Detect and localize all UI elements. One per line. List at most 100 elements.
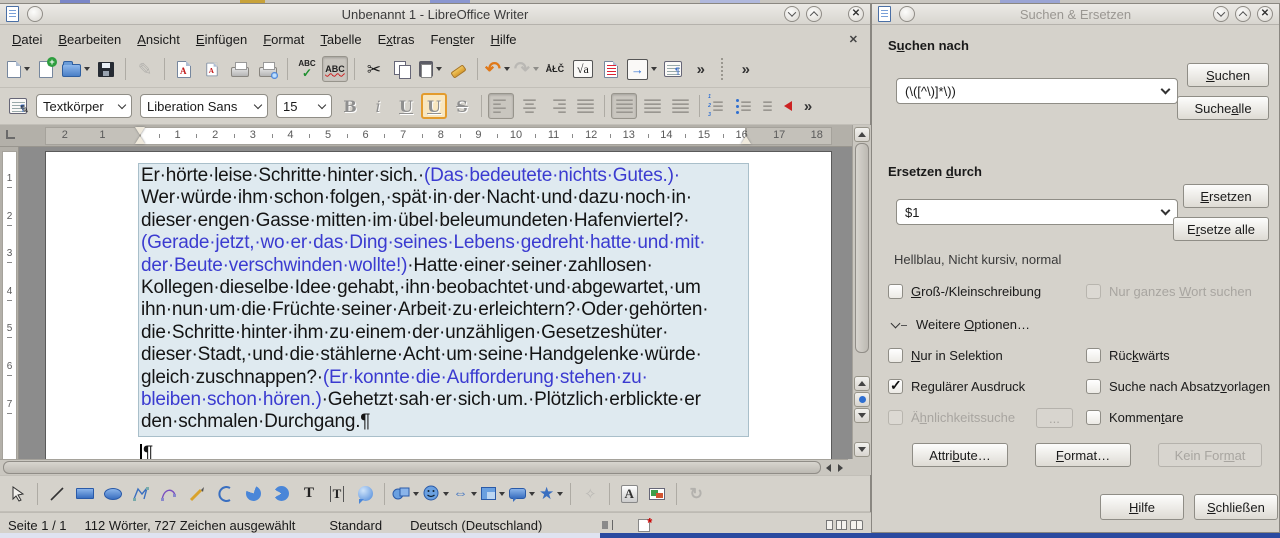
dropdown-arrow-icon[interactable] <box>532 67 539 71</box>
dropdown-arrow-icon[interactable] <box>23 67 30 71</box>
document-text-line[interactable]: Kollegen·dieselbe·Idee·gehabt,·ihn·beoba… <box>141 277 748 299</box>
align-center-icon[interactable] <box>516 93 542 119</box>
replace-button[interactable]: Ersetzen <box>1183 184 1269 208</box>
justify-icon[interactable] <box>572 93 598 119</box>
find-button[interactable]: Suchen <box>1187 63 1269 87</box>
checkbox[interactable] <box>1086 379 1101 394</box>
menu-bearbeiten[interactable]: Bearbeiten <box>50 30 129 49</box>
horizontal-scroll-thumb[interactable] <box>3 461 821 474</box>
save-icon[interactable] <box>93 56 119 82</box>
new-from-template-icon[interactable]: + <box>33 56 59 82</box>
book-view-icon[interactable] <box>850 520 863 530</box>
dropdown-arrow-icon[interactable] <box>529 491 535 496</box>
bold-icon[interactable]: B <box>337 93 363 119</box>
vertical-scroll-thumb[interactable] <box>855 143 869 353</box>
word-count[interactable]: 112 Wörter, 727 Zeichen ausgewählt <box>85 518 296 533</box>
decrease-indent-icon[interactable] <box>762 93 793 119</box>
font-size-select[interactable]: 15 <box>276 94 332 118</box>
text-box-icon[interactable]: T <box>296 481 322 507</box>
attributes-button[interactable]: Attri b ute… <box>912 443 1008 467</box>
paste-icon[interactable] <box>417 56 443 82</box>
selection-mode-icon[interactable] <box>602 519 614 531</box>
checkbox-checked[interactable] <box>888 377 903 394</box>
select-icon[interactable] <box>5 481 31 507</box>
scroll-right-button[interactable] <box>834 461 846 474</box>
close-button[interactable]: ✕ <box>848 6 864 22</box>
menu-tabelle[interactable]: Tabelle <box>312 30 369 49</box>
menu-hilfe[interactable]: Hilfe <box>483 30 525 49</box>
document-text-line[interactable]: dieser·engen·Gasse·mitten·im·übel·beleum… <box>141 210 748 232</box>
basic-shapes-icon[interactable] <box>391 481 420 507</box>
search-value[interactable]: (\([^\)]*\)) <box>905 84 1162 99</box>
document-text-line[interactable]: den·schmalen·Durchgang.¶ <box>141 411 748 433</box>
dropdown-arrow-icon[interactable] <box>435 67 442 71</box>
dropdown-arrow-icon[interactable] <box>443 491 449 496</box>
ellipse-icon[interactable] <box>100 481 126 507</box>
scroll-up-button[interactable] <box>854 127 870 142</box>
polygon-icon[interactable] <box>128 481 154 507</box>
menu-ansicht[interactable]: Ansicht <box>129 30 188 49</box>
menu-einfuegen[interactable]: Einfügen <box>188 30 255 49</box>
find-all-button[interactable]: Suche a lle <box>1177 96 1269 120</box>
search-combobox[interactable]: (\([^\)]*\)) <box>896 78 1178 104</box>
dialog-maximize-button[interactable] <box>1235 6 1251 22</box>
align-right-icon[interactable] <box>544 93 570 119</box>
page-style[interactable]: Standard <box>329 518 382 533</box>
document-text-line[interactable]: gleich·zuschnappen?·(Er·konnte·die·Auffo… <box>141 367 748 389</box>
single-page-view-icon[interactable] <box>826 520 833 530</box>
copy-icon[interactable] <box>389 56 415 82</box>
minimize-button[interactable] <box>784 6 800 22</box>
scroll-left-button[interactable] <box>822 461 834 474</box>
previous-page-button[interactable] <box>854 376 870 391</box>
tab-stop-corner-icon[interactable] <box>6 130 15 139</box>
dialog-menu-button[interactable] <box>899 6 915 22</box>
callouts-icon[interactable] <box>508 481 536 507</box>
selected-paragraph[interactable]: Er·hörte·leise·Schritte·hinter·sich.·(Da… <box>138 163 749 437</box>
close-document-button[interactable]: ✕ <box>849 33 858 46</box>
document-text-line[interactable]: ihn·nun·um·die·Früchte·seiner·Arbeit·zu·… <box>141 299 748 321</box>
dialog-minimize-button[interactable] <box>1213 6 1229 22</box>
menu-format[interactable]: Format <box>255 30 312 49</box>
block-arrows-icon[interactable]: ⇔ <box>452 481 478 507</box>
vertical-ruler[interactable]: 1234567 <box>0 147 19 459</box>
selection-only-option[interactable]: Nur in Selektion <box>888 348 1003 363</box>
text-language[interactable]: Deutsch (Deutschland) <box>410 518 542 533</box>
format-paragraph-style-icon[interactable]: ✎ <box>5 93 31 119</box>
next-page-button[interactable] <box>854 408 870 423</box>
dropdown-arrow-icon[interactable] <box>557 491 564 496</box>
menu-fenster[interactable]: Fenster <box>422 30 482 49</box>
track-changes-icon[interactable] <box>598 56 624 82</box>
regex-option[interactable]: Regulärer Ausdruck <box>888 377 1025 394</box>
menu-datei[interactable]: Datei <box>4 30 50 49</box>
insert-line-icon[interactable] <box>44 481 70 507</box>
export-pdf-direct-icon[interactable]: A <box>199 56 225 82</box>
replace-all-button[interactable]: Er setze alle <box>1173 217 1269 241</box>
underline-active-icon[interactable]: U <box>421 93 447 119</box>
chevron-down-icon[interactable] <box>1160 205 1171 215</box>
vertical-text-icon[interactable]: T <box>324 481 350 507</box>
dropdown-arrow-icon[interactable] <box>413 491 419 496</box>
curve-icon[interactable] <box>156 481 182 507</box>
document-text-line[interactable]: (Gerade·jetzt,·wo·er·das·Ding·seines·Leb… <box>141 232 748 254</box>
navigate-by-button[interactable] <box>854 392 870 407</box>
freeform-line-icon[interactable] <box>184 481 210 507</box>
insert-image-icon[interactable] <box>644 481 670 507</box>
auto-spellcheck-icon[interactable]: ABC <box>322 56 348 82</box>
match-case-option[interactable]: Groß-/Kleinschreibung <box>888 284 1041 299</box>
vertical-scrollbar[interactable] <box>852 125 871 459</box>
insert-formula-icon[interactable]: √a <box>570 56 596 82</box>
arc-icon[interactable] <box>212 481 238 507</box>
strikethrough-icon[interactable]: S <box>449 93 475 119</box>
checkbox[interactable] <box>1086 410 1101 425</box>
right-indent-marker[interactable] <box>741 136 751 144</box>
export-pdf-icon[interactable]: A <box>171 56 197 82</box>
checkbox[interactable] <box>1086 348 1101 363</box>
horizontal-scrollbar[interactable] <box>0 459 848 475</box>
dropdown-arrow-icon[interactable] <box>84 67 90 71</box>
dropdown-arrow-icon[interactable] <box>503 67 510 71</box>
formatting-overflow-icon[interactable]: » <box>795 93 821 119</box>
open-icon[interactable] <box>61 56 91 82</box>
indent-marker[interactable] <box>135 127 145 135</box>
document-page[interactable]: Er·hörte·leise·Schritte·hinter·sich.·(Da… <box>45 151 832 459</box>
spelling-icon[interactable]: ABC ✓ <box>294 56 320 82</box>
